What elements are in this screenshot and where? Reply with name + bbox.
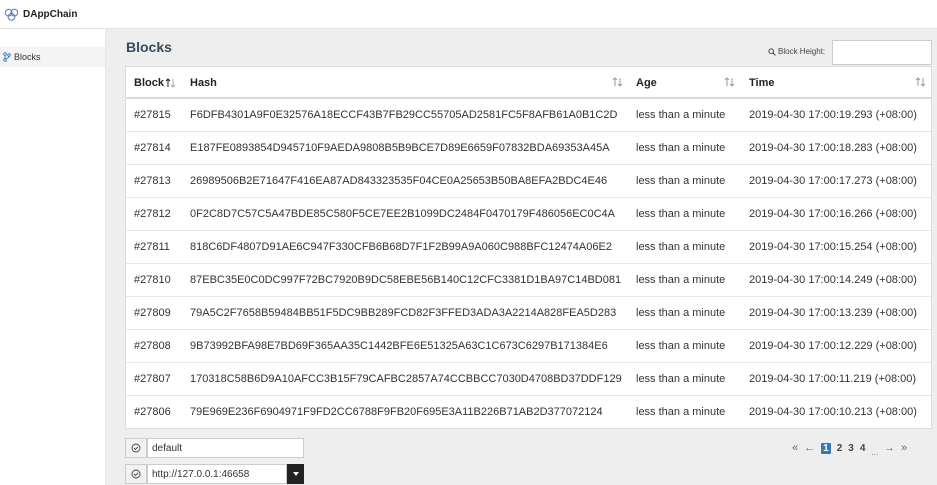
block-age: less than a minute (636, 340, 726, 352)
block-hash[interactable]: 170318C58B6D9A10AFCC3B15F79CAFBC2857A74C… (190, 363, 622, 395)
endpoint-check-button[interactable] (125, 464, 147, 484)
block-number[interactable]: #27809 (134, 297, 171, 329)
block-number[interactable]: #27807 (134, 363, 171, 395)
block-hash[interactable]: 0F2C8D7C57C5A47BDE85C580F5CE7EE2B1099DC2… (190, 198, 615, 230)
table-row[interactable]: #27807 170318C58B6D9A10AFCC3B15F79CAFBC2… (126, 363, 931, 396)
search-icon (768, 47, 776, 56)
last-page-button[interactable]: » (901, 442, 907, 454)
main-content: Blocks Block Height: Block Hash Age Time… (106, 29, 937, 485)
block-time: 2019-04-30 17:00:18.283 (+08:00) (749, 142, 917, 154)
block-number[interactable]: #27806 (134, 396, 171, 428)
branch-icon (3, 52, 11, 62)
column-header-time[interactable]: Time (749, 67, 774, 99)
next-page-button[interactable]: → (884, 442, 895, 454)
column-header-age[interactable]: Age (636, 67, 657, 99)
block-height-label: Block Height: (768, 47, 825, 56)
block-time: 2019-04-30 17:00:16.266 (+08:00) (749, 208, 917, 220)
block-age: less than a minute (636, 109, 726, 121)
table-row[interactable]: #27813 26989506B2E71647F416EA87AD8433235… (126, 165, 931, 198)
sidebar: Blocks (0, 29, 106, 485)
block-time: 2019-04-30 17:00:12.229 (+08:00) (749, 340, 917, 352)
page-3-button[interactable]: 3 (848, 443, 854, 454)
block-age: less than a minute (636, 373, 726, 385)
block-number[interactable]: #27808 (134, 330, 171, 362)
block-number[interactable]: #27814 (134, 132, 171, 164)
caret-down-icon (292, 472, 299, 476)
sidebar-item-blocks[interactable]: Blocks (0, 47, 105, 67)
sort-icon[interactable] (612, 76, 624, 88)
pagination-ellipsis: ... (871, 447, 879, 457)
block-age: less than a minute (636, 307, 726, 319)
block-time: 2019-04-30 17:00:13.239 (+08:00) (749, 307, 917, 319)
endpoint-input[interactable] (147, 464, 287, 484)
block-age: less than a minute (636, 142, 726, 154)
block-time: 2019-04-30 17:00:19.293 (+08:00) (749, 109, 917, 121)
block-time: 2019-04-30 17:00:10.213 (+08:00) (749, 406, 917, 418)
block-hash[interactable]: 87EBC35E0C0DC997F72BC7920B9DC58EBE56B140… (190, 264, 621, 296)
block-number[interactable]: #27812 (134, 198, 171, 230)
infinity-logo-icon (4, 8, 19, 21)
table-header: Block Hash Age Time (126, 67, 931, 99)
page-2-button[interactable]: 2 (837, 443, 843, 454)
table-row[interactable]: #27814 E187FE0893854D945710F9AEDA9808B5B… (126, 132, 931, 165)
page-1-button[interactable]: 1 (821, 442, 831, 454)
sort-icon[interactable] (915, 76, 927, 88)
chain-id-input[interactable] (147, 438, 304, 458)
block-hash[interactable]: 79A5C2F7658B59484BB51F5DC9BB289FCD82F3FF… (190, 297, 616, 329)
app-title: DAppChain (23, 8, 78, 20)
block-age: less than a minute (636, 274, 726, 286)
top-bar: DAppChain (0, 0, 937, 29)
table-row[interactable]: #27811 818C6DF4807D91AE6C947F330CFB6B68D… (126, 231, 931, 264)
sort-icon[interactable] (724, 76, 736, 88)
endpoint-dropdown-button[interactable] (287, 464, 304, 484)
block-age: less than a minute (636, 241, 726, 253)
sort-active-icon[interactable] (165, 77, 177, 89)
block-hash[interactable]: F6DFB4301A9F0E32576A18ECCF43B7FB29CC5570… (190, 99, 617, 131)
sidebar-item-label: Blocks (14, 52, 41, 62)
table-row[interactable]: #27808 9B73992BFA98E7BD69F365AA35C1442BF… (126, 330, 931, 363)
page-4-button[interactable]: 4 (860, 443, 866, 454)
chain-id-check-button[interactable] (125, 438, 147, 458)
block-age: less than a minute (636, 175, 726, 187)
block-age: less than a minute (636, 406, 726, 418)
block-height-input[interactable] (832, 40, 932, 65)
block-time: 2019-04-30 17:00:15.254 (+08:00) (749, 241, 917, 253)
endpoint-row (125, 464, 304, 484)
block-time: 2019-04-30 17:00:14.249 (+08:00) (749, 274, 917, 286)
block-hash[interactable]: 818C6DF4807D91AE6C947F330CFB6B68D7F1F2B9… (190, 231, 612, 263)
table-row[interactable]: #27810 87EBC35E0C0DC997F72BC7920B9DC58EB… (126, 264, 931, 297)
table-row[interactable]: #27812 0F2C8D7C57C5A47BDE85C580F5CE7EE2B… (126, 198, 931, 231)
first-page-button[interactable]: « (792, 442, 798, 454)
table-row[interactable]: #27806 79E969E236F6904971F9FD2CC6788F9FB… (126, 396, 931, 429)
block-hash[interactable]: 79E969E236F6904971F9FD2CC6788F9FB20F695E… (190, 396, 603, 428)
block-number[interactable]: #27813 (134, 165, 171, 197)
table-row[interactable]: #27815 F6DFB4301A9F0E32576A18ECCF43B7FB2… (126, 99, 931, 132)
prev-page-button[interactable]: ← (804, 442, 815, 454)
check-circle-icon (131, 443, 141, 453)
block-time: 2019-04-30 17:00:17.273 (+08:00) (749, 175, 917, 187)
block-number[interactable]: #27811 (134, 231, 170, 263)
column-header-hash[interactable]: Hash (190, 67, 217, 99)
table-row[interactable]: #27809 79A5C2F7658B59484BB51F5DC9BB289FC… (126, 297, 931, 330)
chain-id-row (125, 438, 304, 458)
block-number[interactable]: #27810 (134, 264, 171, 296)
pagination: « ← 1 2 3 4 ... → » (789, 440, 910, 457)
block-hash[interactable]: E187FE0893854D945710F9AEDA9808B5B9BCE7D8… (190, 132, 610, 164)
block-height-label-text: Block Height: (778, 47, 826, 56)
block-hash[interactable]: 26989506B2E71647F416EA87AD843323535F04CE… (190, 165, 607, 197)
block-time: 2019-04-30 17:00:11.219 (+08:00) (749, 373, 917, 385)
block-hash[interactable]: 9B73992BFA98E7BD69F365AA35C1442BFE6E5132… (190, 330, 608, 362)
block-age: less than a minute (636, 208, 726, 220)
column-header-block[interactable]: Block (134, 67, 177, 99)
page-title: Blocks (126, 39, 172, 55)
blocks-table: Block Hash Age Time #27815 F6DFB4301A9F0… (125, 66, 932, 429)
block-number[interactable]: #27815 (134, 99, 171, 131)
check-circle-icon (131, 469, 141, 479)
